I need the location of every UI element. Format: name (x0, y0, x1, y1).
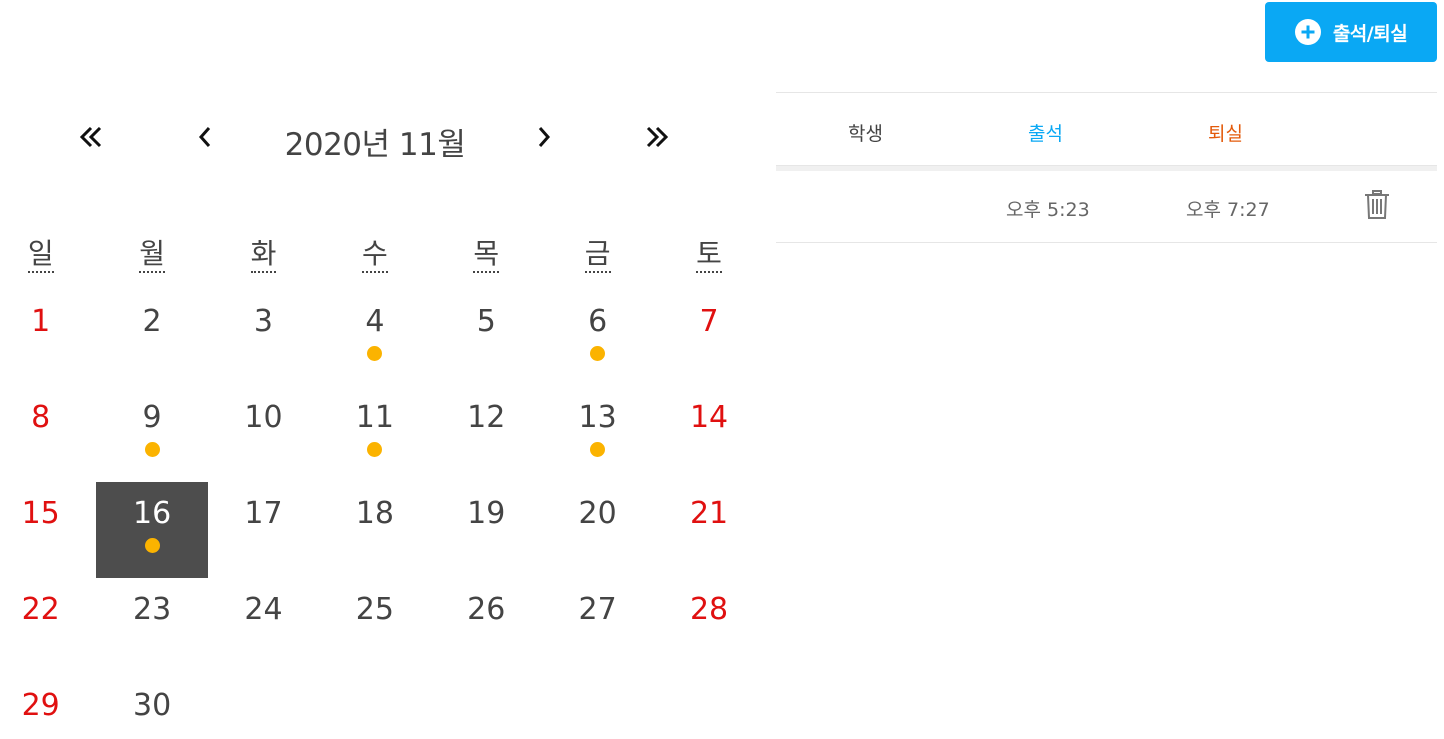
weekday-fri: 금 (542, 232, 653, 282)
calendar-day-number: 12 (467, 400, 506, 435)
chevron-left-icon (198, 127, 211, 147)
delete-record-button[interactable] (1362, 189, 1392, 221)
attendance-dot-indicator (367, 442, 383, 457)
calendar-navigation: 2020년 11월 (0, 105, 752, 175)
calendar-day-number: 3 (253, 304, 274, 339)
calendar-day-number: 27 (578, 592, 617, 627)
header-check-out: 퇴실 (1208, 123, 1243, 145)
calendar-day-26[interactable]: 26 (431, 578, 542, 674)
calendar-day-25[interactable]: 25 (319, 578, 430, 674)
weekday-thu: 목 (431, 232, 542, 282)
calendar-day-number: 21 (689, 496, 729, 531)
calendar-day-9[interactable]: 9 (96, 386, 207, 482)
calendar-day-number: 26 (467, 592, 506, 627)
weekday-wed: 수 (319, 232, 430, 282)
calendar-day-8[interactable]: 8 (0, 386, 96, 482)
table-row: 오후 5:23 오후 7:27 (776, 171, 1437, 243)
calendar-day-27[interactable]: 27 (542, 578, 653, 674)
next-month-button[interactable] (522, 115, 566, 159)
calendar-day-6[interactable]: 6 (542, 290, 653, 386)
calendar-day-number: 13 (578, 400, 617, 435)
calendar-day-3[interactable]: 3 (208, 290, 319, 386)
attendance-dot-indicator (367, 346, 383, 361)
calendar-day-5[interactable]: 5 (431, 290, 542, 386)
calendar-day-4[interactable]: 4 (319, 290, 430, 386)
calendar-day-number: 19 (467, 496, 506, 531)
header-check-in: 출석 (1028, 123, 1063, 145)
calendar-day-number: 14 (689, 400, 729, 435)
calendar-day-number: 11 (355, 400, 394, 435)
calendar-day-22[interactable]: 22 (0, 578, 96, 674)
calendar-day-1[interactable]: 1 (0, 290, 96, 386)
calendar-day-number: 8 (31, 400, 51, 435)
check-in-time: 오후 5:23 (1006, 199, 1090, 221)
calendar-day-12[interactable]: 12 (431, 386, 542, 482)
calendar-day-number: 20 (578, 496, 617, 531)
attendance-dot-indicator (144, 538, 160, 553)
calendar-day-number: 23 (132, 592, 172, 627)
double-chevron-left-icon (79, 126, 102, 148)
weekday-mon: 월 (96, 232, 207, 282)
calendar-day-number: 1 (31, 304, 51, 339)
calendar-day-number: 7 (699, 304, 719, 339)
calendar-day-29[interactable]: 29 (0, 674, 96, 739)
attendance-dot-indicator (590, 346, 606, 361)
calendar-day-grid: 1 2 3 4 5 6 7 8 9 10 11 12 13 14 15 16 17 18 19 20 21 22 23 24 2… (0, 290, 765, 739)
calendar-day-16[interactable]: 16 (96, 482, 208, 578)
weekday-tue: 화 (208, 232, 319, 282)
calendar-day-15[interactable]: 15 (0, 482, 96, 578)
double-chevron-right-icon (646, 126, 669, 148)
calendar-day-28[interactable]: 28 (653, 578, 764, 674)
calendar-day-7[interactable]: 7 (653, 290, 764, 386)
calendar-day-number: 22 (21, 592, 60, 627)
table-header: 학생 출석 퇴실 (776, 92, 1437, 166)
calendar-day-number: 5 (476, 304, 496, 339)
weekday-sun: 일 (0, 232, 96, 282)
calendar-day-number: 2 (142, 304, 162, 339)
calendar-day-number: 10 (244, 400, 283, 435)
calendar-day-11[interactable]: 11 (319, 386, 430, 482)
calendar-day-21[interactable]: 21 (653, 482, 764, 578)
calendar-day-number: 16 (132, 496, 172, 531)
calendar-day-19[interactable]: 19 (431, 482, 542, 578)
calendar-day-number: 25 (355, 592, 394, 627)
attendance-dot-indicator (590, 442, 606, 457)
calendar-day-number: 30 (132, 688, 172, 723)
calendar-day-number: 15 (21, 496, 60, 531)
calendar-day-number: 6 (588, 304, 608, 339)
calendar-day-17[interactable]: 17 (208, 482, 319, 578)
calendar-day-number: 18 (355, 496, 394, 531)
calendar-day-30[interactable]: 30 (96, 674, 207, 739)
calendar-day-number: 29 (21, 688, 60, 723)
next-year-button[interactable] (635, 115, 679, 159)
calendar-day-number: 4 (365, 304, 385, 339)
calendar-day-number: 9 (142, 400, 162, 435)
check-out-time: 오후 7:27 (1186, 199, 1270, 221)
calendar-day-13[interactable]: 13 (542, 386, 653, 482)
calendar-day-10[interactable]: 10 (208, 386, 319, 482)
attendance-table: 학생 출석 퇴실 오후 5:23 오후 7:27 (776, 92, 1437, 243)
calendar-day-24[interactable]: 24 (208, 578, 319, 674)
calendar-day-20[interactable]: 20 (542, 482, 653, 578)
chevron-right-icon (538, 127, 551, 147)
calendar-day-number: 28 (689, 592, 729, 627)
trash-icon (1365, 190, 1389, 219)
calendar-day-number: 17 (244, 496, 283, 531)
prev-year-button[interactable] (69, 115, 113, 159)
weekday-sat: 토 (653, 232, 764, 282)
plus-circle-icon (1294, 19, 1321, 45)
action-button-label: 출석/퇴실 (1332, 22, 1408, 45)
attendance-page: 출석/퇴실 2020년 11월 일 월 화 수 목 금 토 1 2 3 4 5 … (0, 0, 1444, 739)
header-student: 학생 (848, 123, 883, 145)
calendar-month-title: 2020년 11월 (284, 127, 466, 163)
weekday-header-row: 일 월 화 수 목 금 토 (0, 232, 765, 282)
calendar-day-18[interactable]: 18 (319, 482, 430, 578)
calendar-day-2[interactable]: 2 (96, 290, 207, 386)
calendar-day-number: 24 (244, 592, 283, 627)
prev-month-button[interactable] (183, 115, 227, 159)
calendar-day-14[interactable]: 14 (653, 386, 764, 482)
attendance-dot-indicator (144, 442, 160, 457)
calendar-day-23[interactable]: 23 (96, 578, 207, 674)
attendance-checkin-checkout-button[interactable]: 출석/퇴실 (1265, 2, 1437, 62)
